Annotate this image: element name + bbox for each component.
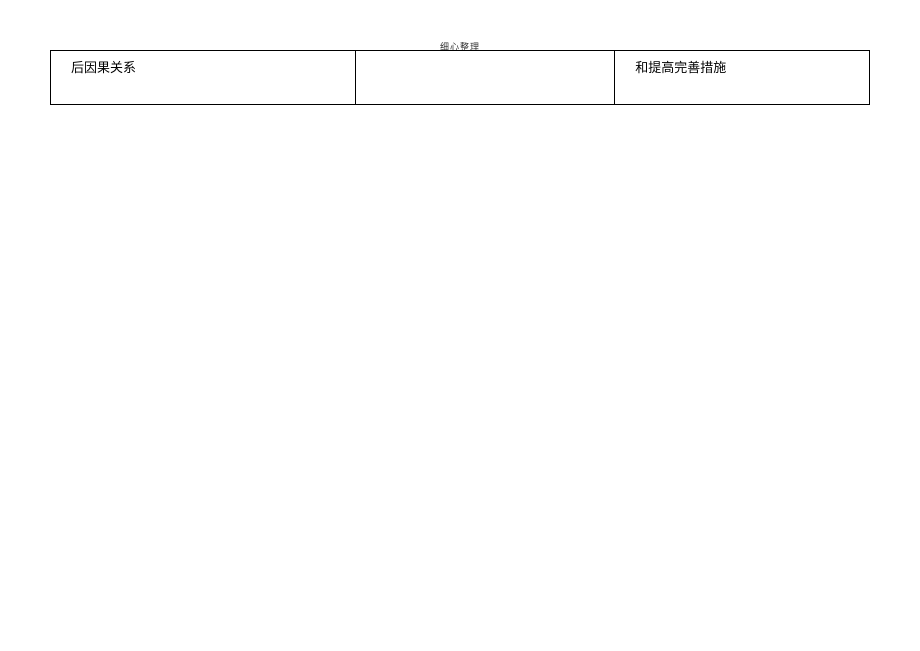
table-cell-col3: 和提高完善措施 — [615, 51, 870, 105]
cell-text-col2 — [364, 55, 607, 57]
table-cell-col2 — [355, 51, 615, 105]
document-table: 后因果关系 和提高完善措施 — [50, 50, 870, 105]
document-table-container: 后因果关系 和提高完善措施 — [50, 50, 870, 105]
table-cell-col1: 后因果关系 — [51, 51, 356, 105]
cell-text-col3: 和提高完善措施 — [623, 55, 861, 76]
table-row: 后因果关系 和提高完善措施 — [51, 51, 870, 105]
cell-text-col1: 后因果关系 — [59, 55, 347, 76]
